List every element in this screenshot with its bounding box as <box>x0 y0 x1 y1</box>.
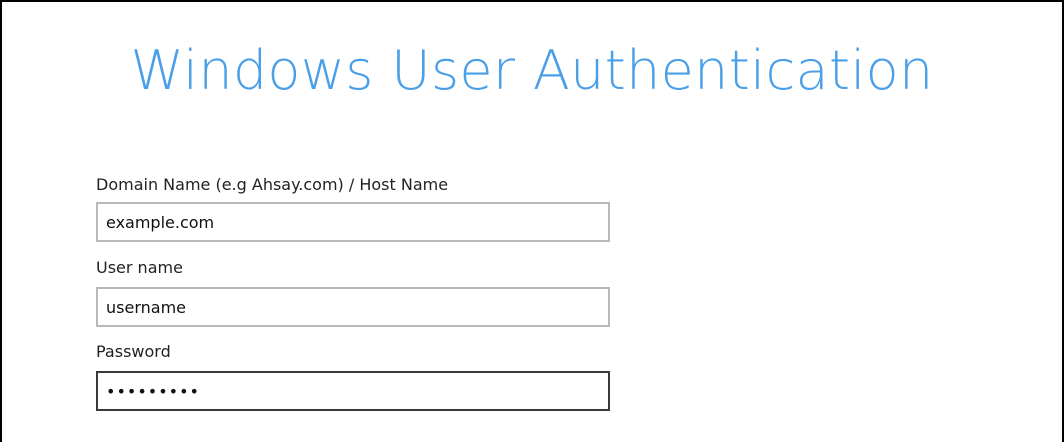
password-input[interactable] <box>96 371 610 411</box>
auth-dialog: Windows User Authentication Domain Name … <box>0 0 1064 442</box>
password-label: Password <box>96 342 171 361</box>
domain-name-input[interactable] <box>96 202 610 242</box>
domain-name-label: Domain Name (e.g Ahsay.com) / Host Name <box>96 175 449 194</box>
username-input[interactable] <box>96 287 610 327</box>
username-label: User name <box>96 258 183 277</box>
dialog-title: Windows User Authentication <box>130 39 934 102</box>
